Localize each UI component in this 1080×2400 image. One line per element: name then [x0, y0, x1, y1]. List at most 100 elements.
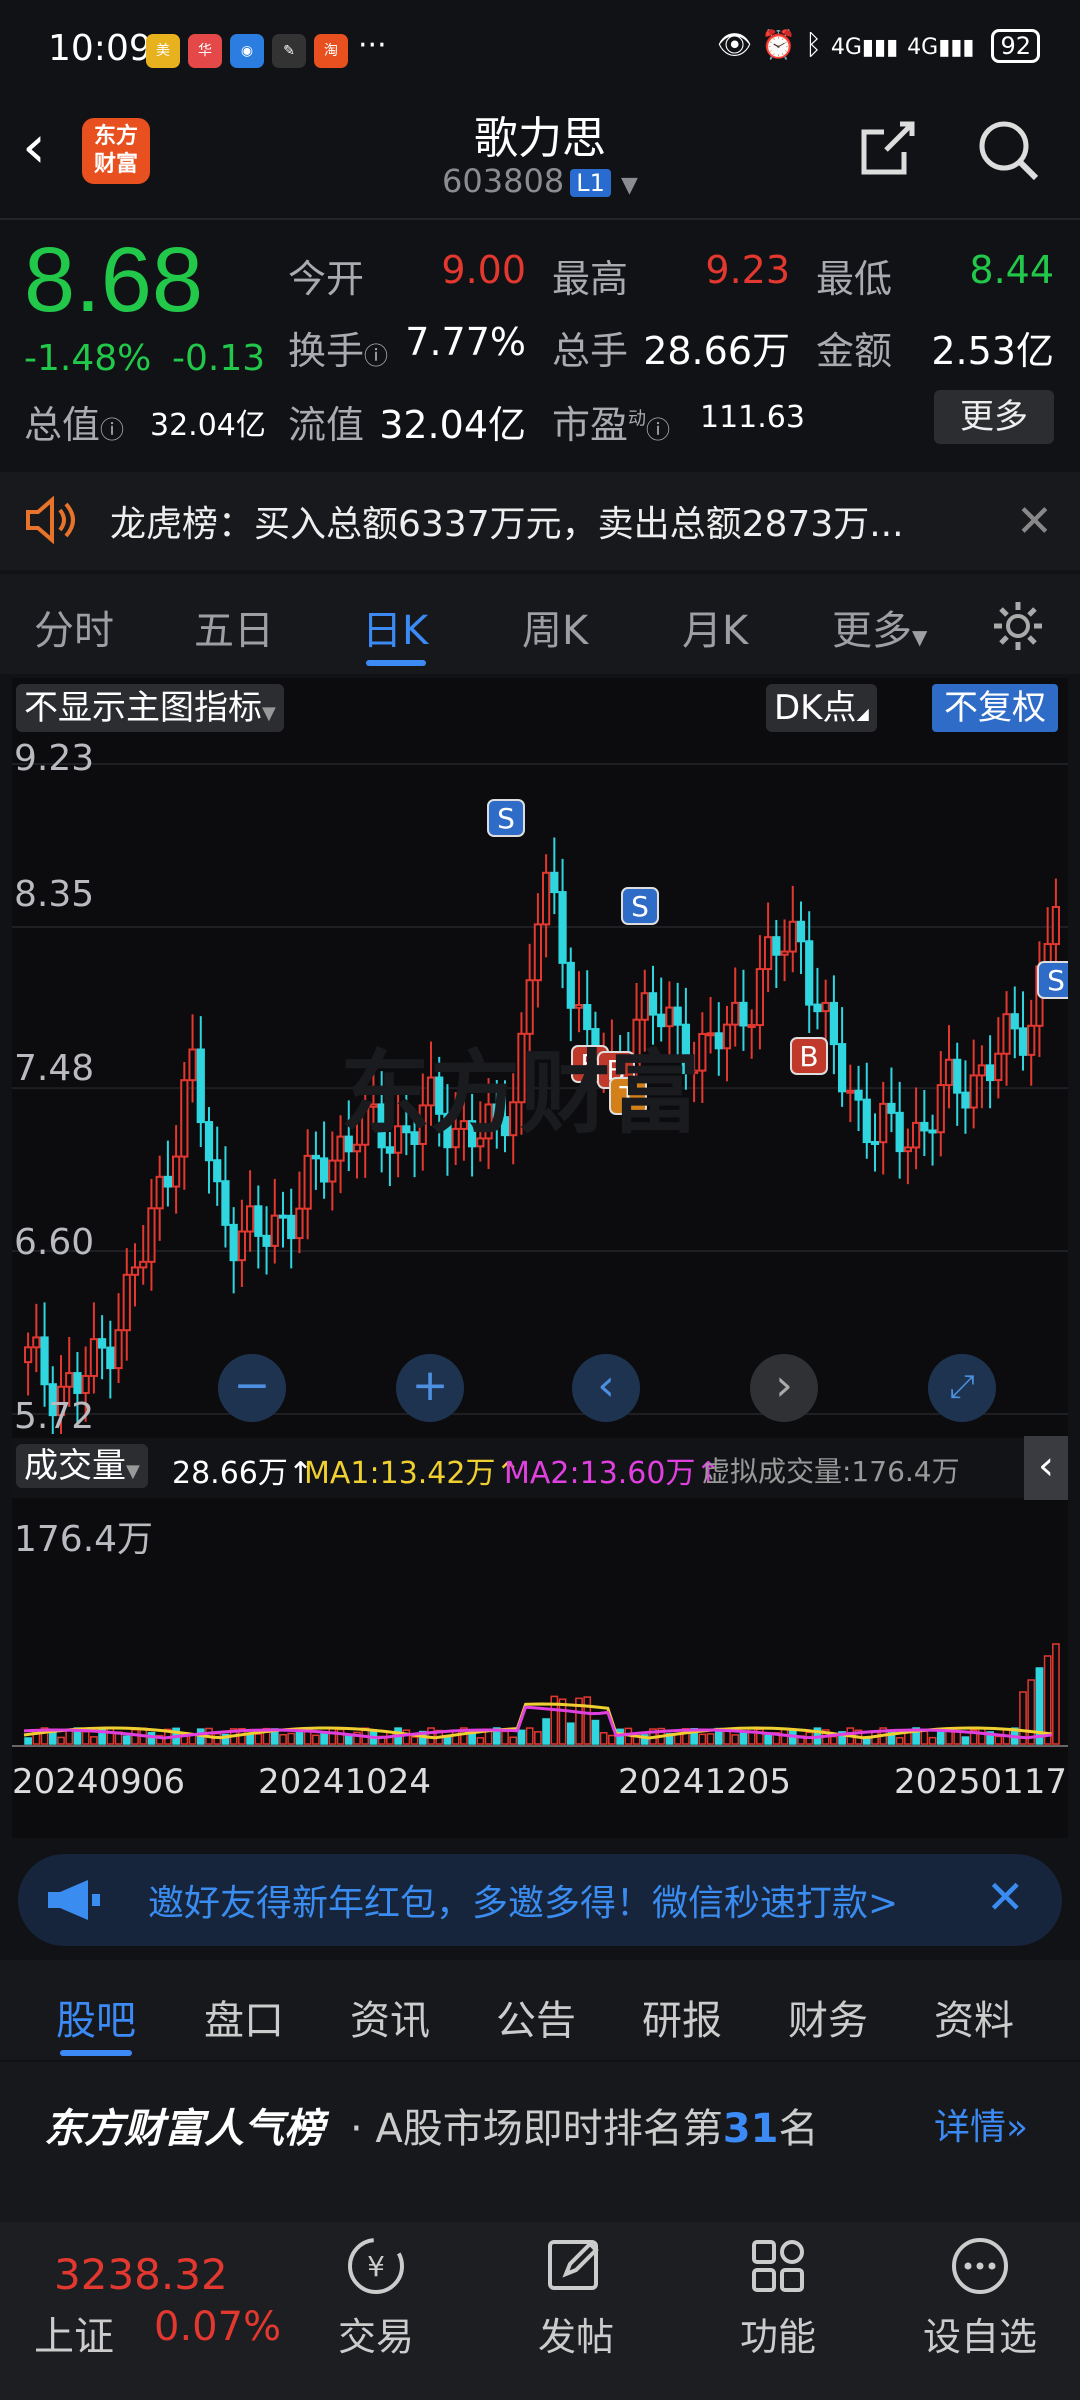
volume-bar [608, 1734, 616, 1745]
rank-suffix: 名 [778, 2106, 819, 2152]
volume-bar [673, 1733, 682, 1745]
corner-arrow-icon: ◢ [856, 704, 869, 723]
fullscreen-icon[interactable]: ⤢ [928, 1354, 996, 1422]
nav-functions[interactable]: 功能 [698, 2306, 858, 2361]
ma2-value: MA2:13.60万↑ [504, 1456, 721, 1491]
signal-marker[interactable]: S [1037, 961, 1068, 999]
index-change[interactable]: 0.07% [154, 2304, 281, 2350]
volume-bar [328, 1727, 337, 1745]
candle-body [295, 1207, 304, 1240]
adjust-button[interactable]: 不复权 [932, 684, 1058, 732]
volume-bar [542, 1718, 550, 1745]
mktcap-label: 总值ⓘ [24, 394, 124, 449]
volume-bar [131, 1728, 139, 1745]
tab-more[interactable]: 更多▼ [832, 598, 927, 656]
candle-body [764, 936, 773, 971]
pe-dynamic-sup: 动 [628, 408, 647, 430]
candle-body [977, 1064, 986, 1077]
info-icon[interactable]: ⓘ [646, 416, 670, 444]
nav-post[interactable]: 发帖 [496, 2306, 656, 2361]
volume-selector[interactable]: 成交量▼ [16, 1444, 148, 1488]
candle-body [147, 1207, 156, 1263]
tab-finance[interactable]: 财务 [788, 1988, 868, 2046]
volume-bar [895, 1737, 904, 1745]
volume-bar [764, 1734, 772, 1745]
candle-body [747, 1024, 756, 1029]
dk-point-button[interactable]: DK点◢ [766, 684, 877, 732]
tab-daily-k[interactable]: 日K [362, 598, 428, 656]
edit-icon[interactable] [544, 2234, 608, 2302]
candle-body [1027, 1024, 1036, 1056]
current-price: 8.68 [24, 229, 204, 331]
svg-text:¥: ¥ [367, 2250, 385, 2283]
rank-detail-label: 详情 [934, 2107, 1007, 2148]
candle-body [24, 1346, 33, 1364]
candle-body [953, 1058, 962, 1094]
close-icon[interactable]: ✕ [986, 1870, 1025, 1924]
nav-add-favorite[interactable]: 设自选 [900, 2306, 1060, 2361]
yuan-exchange-icon[interactable]: ¥ [344, 2234, 408, 2302]
high-label: 最高 [552, 257, 629, 301]
volume-bar [1052, 1643, 1060, 1745]
tab-five-day[interactable]: 五日 [194, 598, 274, 656]
volume-chart[interactable] [12, 1500, 1068, 1750]
indicator-selector[interactable]: 不显示主图指标▼ [16, 684, 284, 732]
candle-body [139, 1260, 148, 1269]
chevron-down-icon: ▼ [621, 173, 638, 198]
rank-detail-link[interactable]: 详情» [934, 2098, 1028, 2150]
zoom-out-button[interactable]: − [218, 1354, 286, 1422]
candle-body [65, 1372, 74, 1388]
candle-body [542, 871, 551, 926]
watermark: 东方财富 [340, 1041, 700, 1146]
nav-trade[interactable]: 交易 [296, 2306, 456, 2361]
candle-body [558, 891, 567, 964]
tab-research[interactable]: 研报 [642, 1988, 722, 2046]
share-icon[interactable] [856, 118, 918, 184]
zoom-in-button[interactable]: + [396, 1354, 464, 1422]
tab-weekly-k[interactable]: 周K [522, 598, 588, 656]
volume-bar [336, 1728, 345, 1745]
index-name[interactable]: 上证 [34, 2304, 114, 2362]
info-icon[interactable]: ⓘ [100, 416, 124, 444]
tab-intraday[interactable]: 分时 [34, 598, 114, 656]
more-circle-icon[interactable] [948, 2234, 1012, 2302]
meituan-app-icon: 美 [146, 34, 180, 68]
signal-marker[interactable]: S [487, 799, 525, 837]
tab-pankou[interactable]: 盘口 [204, 1988, 284, 2046]
stock-code-row[interactable]: 603808 L1 ▼ [0, 162, 1080, 200]
tab-profile[interactable]: 资料 [934, 1988, 1014, 2046]
candle-body [278, 1214, 288, 1219]
scroll-left-button[interactable]: ‹ [572, 1354, 640, 1422]
tab-monthly-k[interactable]: 月K [682, 598, 748, 656]
index-value[interactable]: 3238.32 [54, 2250, 228, 2299]
volume-bar [443, 1736, 452, 1745]
tab-announcement[interactable]: 公告 [496, 1988, 576, 2046]
signal-marker[interactable]: B [790, 1037, 828, 1075]
grid-icon[interactable] [746, 2234, 810, 2302]
stock-name: 歌力思 [474, 113, 606, 164]
pe-value: 111.63 [700, 400, 805, 435]
candle-body [311, 1154, 320, 1160]
scroll-right-button[interactable]: › [750, 1354, 818, 1422]
notice-text: 龙虎榜：买入总额6337万元，卖出总额2873万... [110, 504, 904, 545]
signal-4g-icon: 4G▮▮▮ [907, 35, 975, 60]
candle-body [870, 1141, 880, 1146]
volume-bar [24, 1737, 32, 1745]
info-icon[interactable]: ⓘ [364, 342, 388, 370]
search-icon[interactable] [976, 118, 1042, 188]
volume-bar [706, 1733, 715, 1745]
volume-bar [566, 1722, 575, 1745]
price-axis-label: 7.48 [14, 1048, 95, 1089]
more-quote-button[interactable]: 更多 [934, 390, 1054, 444]
close-icon[interactable]: ✕ [1016, 496, 1053, 547]
collapse-icon[interactable]: ‹ [1024, 1436, 1068, 1500]
candle-body [81, 1374, 90, 1394]
tab-news[interactable]: 资讯 [350, 1988, 430, 2046]
candle-body [196, 1048, 205, 1124]
tab-guba[interactable]: 股吧 [56, 1988, 136, 2046]
volume-bar [501, 1730, 509, 1745]
signal-marker[interactable]: S [621, 887, 659, 925]
candle-body [180, 1079, 189, 1158]
volume-bar [731, 1734, 740, 1745]
settings-icon[interactable] [990, 598, 1046, 658]
